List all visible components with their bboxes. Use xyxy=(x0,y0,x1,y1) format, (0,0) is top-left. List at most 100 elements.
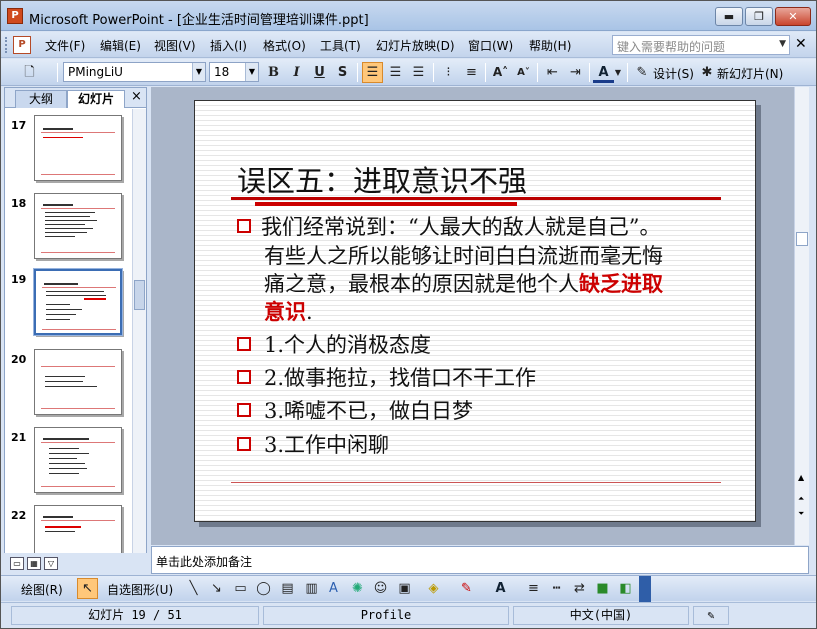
bullets-icon[interactable]: ≡ xyxy=(461,62,482,83)
clipart-icon[interactable]: ☺ xyxy=(370,578,391,599)
new-document-icon[interactable]: 🗋 xyxy=(19,62,40,83)
scrollbar-thumb[interactable] xyxy=(796,232,808,246)
select-arrow-icon[interactable]: ↖ xyxy=(77,578,98,599)
autoshapes-button[interactable]: 自选图形(U) xyxy=(107,581,173,598)
tab-slides[interactable]: 幻灯片 xyxy=(67,90,125,108)
align-center-icon[interactable]: ☰ xyxy=(385,62,406,83)
slide-thumbnail-row[interactable]: 20 xyxy=(5,349,132,419)
align-left-icon[interactable]: ☰ xyxy=(362,62,383,83)
increase-indent-icon[interactable]: ⇥ xyxy=(565,62,586,83)
fill-color-icon[interactable]: ◈ xyxy=(423,578,444,599)
intro-line-4[interactable]: 意识. xyxy=(264,298,313,326)
restore-button[interactable]: ❐ xyxy=(745,7,773,26)
draw-menu-button[interactable]: 绘图(R) xyxy=(21,581,63,598)
close-document-button[interactable]: ✕ xyxy=(795,36,807,52)
arrow-tool-icon[interactable]: ↘ xyxy=(206,578,227,599)
slide-thumbnail-row[interactable]: 21 xyxy=(5,427,132,497)
menu-view[interactable]: 视图(V) xyxy=(154,37,196,54)
slide-thumbnail[interactable] xyxy=(34,349,122,415)
chevron-down-icon[interactable]: ▼ xyxy=(613,62,623,83)
decrease-font-icon[interactable]: A˅ xyxy=(513,62,534,83)
oval-tool-icon[interactable]: ◯ xyxy=(253,578,274,599)
menu-slideshow[interactable]: 幻灯片放映(D) xyxy=(376,37,455,54)
line-color-icon[interactable]: ✎ xyxy=(456,578,477,599)
document-icon[interactable]: P xyxy=(13,36,31,54)
tab-outline[interactable]: 大纲 xyxy=(15,90,67,108)
align-right-icon[interactable]: ☰ xyxy=(408,62,429,83)
numbering-icon[interactable]: ⁝ xyxy=(438,62,459,83)
rectangle-tool-icon[interactable]: ▭ xyxy=(230,578,251,599)
slide-thumbnail[interactable] xyxy=(34,427,122,493)
menu-tools[interactable]: 工具(T) xyxy=(320,37,361,54)
slide-title[interactable]: 误区五：进取意识不强 xyxy=(237,158,527,200)
design-button[interactable]: 设计(S) xyxy=(653,65,694,82)
menu-window[interactable]: 窗口(W) xyxy=(468,37,513,54)
minimize-button[interactable]: ▬ xyxy=(715,7,743,26)
slide-thumbnail-row[interactable]: 17 xyxy=(5,115,132,185)
slide-thumbnail-row[interactable]: 19 xyxy=(5,268,132,339)
bullet-item[interactable]: 3.工作中闲聊 xyxy=(264,431,389,459)
arrow-style-icon[interactable]: ⇄ xyxy=(569,578,590,599)
chevron-down-icon[interactable]: ▼ xyxy=(779,39,786,49)
scroll-up-icon[interactable]: ▲ xyxy=(798,473,804,482)
intro-line-1[interactable]: 我们经常说到：“人最大的敌人就是自己”。 xyxy=(261,213,660,241)
textbox-tool-icon[interactable]: ▤ xyxy=(277,578,298,599)
vertical-textbox-icon[interactable]: ▥ xyxy=(301,578,322,599)
dash-style-icon[interactable]: ┅ xyxy=(546,578,567,599)
slide-canvas[interactable]: 误区五：进取意识不强 我们经常说到：“人最大的敌人就是自己”。 有些人之所以能够… xyxy=(194,100,756,522)
slide-sorter-icon[interactable]: ▦ xyxy=(27,557,41,570)
slide-thumbnail[interactable] xyxy=(34,193,122,259)
toolbar-grip[interactable] xyxy=(5,37,8,53)
font-name-select[interactable]: PMingLiU ▼ xyxy=(63,62,206,82)
slide-thumbnail-row[interactable]: 18 xyxy=(5,193,132,263)
menu-edit[interactable]: 编辑(E) xyxy=(100,37,141,54)
spelling-check-icon[interactable]: ✎ xyxy=(693,606,729,625)
intro-line-3[interactable]: 痛之意，最根本的原因就是他个人缺乏进取 xyxy=(264,270,663,298)
diagram-icon[interactable]: ✺ xyxy=(347,578,368,599)
slide-thumbnail[interactable] xyxy=(34,115,122,181)
bullet-item[interactable]: 1.个人的消极态度 xyxy=(264,331,431,359)
notes-pane[interactable]: 单击此处添加备注 xyxy=(151,546,809,574)
design-icon[interactable]: ✎ xyxy=(632,62,652,83)
menu-help[interactable]: 帮助(H) xyxy=(529,37,571,54)
help-search-input[interactable]: 键入需要帮助的问题 ▼ xyxy=(612,35,790,55)
close-window-button[interactable]: ✕ xyxy=(775,7,811,26)
line-tool-icon[interactable]: ╲ xyxy=(183,578,204,599)
new-slide-icon[interactable]: ✱ xyxy=(698,62,716,83)
menu-insert[interactable]: 插入(I) xyxy=(210,37,247,54)
toolbar-options-icon[interactable] xyxy=(639,576,651,602)
intro-line-2[interactable]: 有些人之所以能够让时间白白流逝而毫无悔 xyxy=(264,242,663,270)
next-slide-icon[interactable]: ⏷ xyxy=(798,509,804,519)
slide-thumbnail[interactable] xyxy=(34,505,122,553)
font-color-icon[interactable]: A xyxy=(490,578,511,599)
new-slide-button[interactable]: 新幻灯片(N) xyxy=(717,65,783,82)
normal-view-icon[interactable]: ▭ xyxy=(10,557,24,570)
font-size-select[interactable]: 18 ▼ xyxy=(209,62,259,82)
slide-scrollbar[interactable]: ▲ ⏶ ⏷ xyxy=(794,87,809,545)
previous-slide-icon[interactable]: ⏶ xyxy=(798,494,804,504)
thumbnail-scrollbar[interactable] xyxy=(132,109,146,553)
slide-thumbnail-row[interactable]: 22 xyxy=(5,505,132,553)
chevron-down-icon[interactable]: ▼ xyxy=(245,63,258,81)
line-style-icon[interactable]: ≡ xyxy=(523,578,544,599)
chevron-down-icon[interactable]: ▼ xyxy=(192,63,205,81)
3d-style-icon[interactable]: ◧ xyxy=(615,578,636,599)
close-pane-button[interactable]: × xyxy=(131,89,142,104)
font-color-icon[interactable]: A xyxy=(593,62,614,83)
bullet-item[interactable]: 3.唏嘘不已，做白日梦 xyxy=(264,397,473,425)
scrollbar-thumb[interactable] xyxy=(134,280,145,310)
slide-thumbnail-selected[interactable] xyxy=(33,268,123,336)
powerpoint-app-icon[interactable]: P xyxy=(7,8,23,24)
italic-button[interactable]: I xyxy=(286,62,307,83)
increase-font-icon[interactable]: A˄ xyxy=(490,62,511,83)
slideshow-view-icon[interactable]: ▽ xyxy=(44,557,58,570)
shadow-style-icon[interactable]: ■ xyxy=(592,578,613,599)
menu-file[interactable]: 文件(F) xyxy=(45,37,85,54)
decrease-indent-icon[interactable]: ⇤ xyxy=(542,62,563,83)
wordart-icon[interactable]: A xyxy=(323,578,344,599)
picture-icon[interactable]: ▣ xyxy=(394,578,415,599)
menu-format[interactable]: 格式(O) xyxy=(263,37,306,54)
bold-button[interactable]: B xyxy=(263,62,284,83)
bullet-item[interactable]: 2.做事拖拉，找借口不干工作 xyxy=(264,364,536,392)
shadow-button[interactable]: S xyxy=(332,62,353,83)
